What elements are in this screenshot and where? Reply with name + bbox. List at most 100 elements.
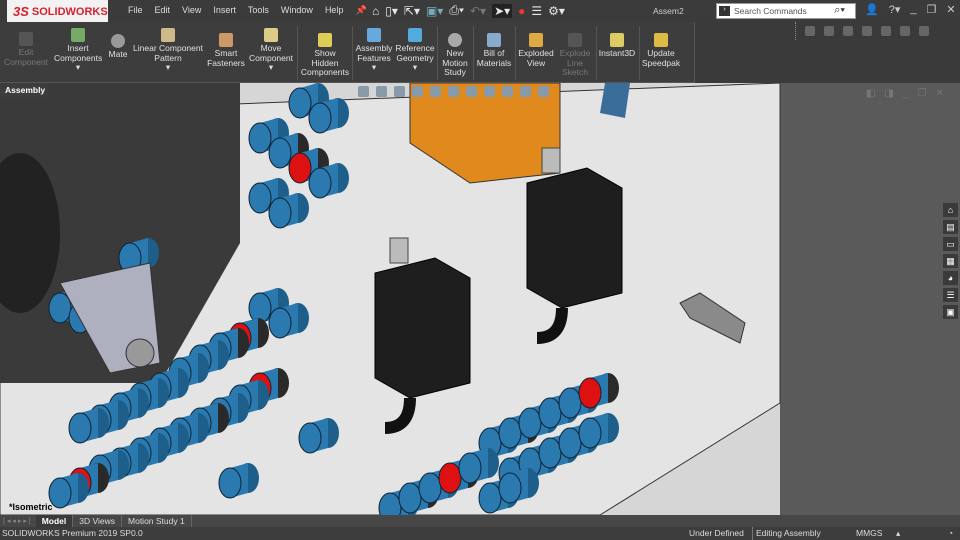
viewport-minimize-icon[interactable]: _: [903, 88, 909, 99]
section-view-icon[interactable]: [412, 86, 423, 97]
button-label: Edit Component: [4, 47, 48, 67]
search-placeholder: Search Commands: [734, 6, 807, 16]
toolbar-icon[interactable]: [862, 26, 872, 36]
button-label: New Motion Study: [442, 48, 468, 77]
command-prompt-icon: ›: [719, 6, 730, 16]
menu-tools[interactable]: Tools: [242, 5, 275, 16]
button-label: Assembly Features: [355, 43, 393, 63]
bottom-tab-bar: |◂◂▸▸| Model 3D Views Motion Study 1: [0, 515, 960, 527]
menu-edit[interactable]: Edit: [149, 5, 177, 16]
viewport-restore-icon[interactable]: ❐: [917, 88, 926, 99]
viewport-close-icon[interactable]: ✕: [935, 88, 943, 99]
menu-file[interactable]: File: [122, 5, 149, 16]
toolbar-icon[interactable]: [900, 26, 910, 36]
home-icon[interactable]: ⌂: [372, 4, 379, 18]
display-style-icon[interactable]: [466, 86, 477, 97]
design-library-icon[interactable]: ▤: [943, 220, 958, 234]
cylinder-cap: [398, 482, 422, 514]
cylinder-cap: [268, 137, 292, 169]
zoom-area-icon[interactable]: [376, 86, 387, 97]
blue-fitting: [600, 83, 630, 118]
units-arrow-icon[interactable]: ▴: [896, 527, 900, 540]
save-icon[interactable]: ▣▾: [426, 4, 443, 18]
show-hidden-components-button[interactable]: Show Hidden Components: [300, 33, 350, 78]
search-commands-input[interactable]: › Search Commands ⌕▾: [716, 3, 856, 19]
insert-components-button[interactable]: Insert Components ▾: [54, 28, 102, 73]
solidworks-forum-icon[interactable]: ▣: [943, 305, 958, 319]
view-settings-icon[interactable]: [538, 86, 549, 97]
cylinder-cap: [478, 482, 502, 514]
help-icon[interactable]: ?▾: [889, 3, 901, 16]
button-label: Explode Line Sketch: [559, 48, 591, 77]
minimize-icon[interactable]: _: [910, 3, 916, 16]
toolbar-icon[interactable]: [919, 26, 929, 36]
toolbar-icon[interactable]: [824, 26, 834, 36]
edit-component-button[interactable]: Edit Component: [4, 32, 48, 67]
restore-icon[interactable]: ❐: [926, 3, 936, 16]
bolt-head: [125, 338, 155, 368]
cylinder-cap: [538, 397, 562, 429]
smart-fasteners-icon: [219, 33, 233, 47]
custom-properties-icon[interactable]: ☰: [943, 288, 958, 302]
smart-fasteners-button[interactable]: Smart Fasteners: [206, 33, 246, 68]
hide-show-icon[interactable]: [484, 86, 495, 97]
close-icon[interactable]: ✕: [946, 3, 955, 16]
update-speedpak-button[interactable]: Update Speedpak: [641, 33, 681, 68]
menu-bar: File Edit View Insert Tools Window Help …: [122, 5, 373, 16]
tab-motion-study-1[interactable]: Motion Study 1: [122, 515, 192, 527]
solidworks-logo[interactable]: 3S SOLIDWORKS: [7, 0, 108, 23]
open-icon[interactable]: ⇱▾: [404, 4, 420, 18]
toolbar-icon[interactable]: [805, 26, 815, 36]
scene-icon[interactable]: [520, 86, 531, 97]
toolbar-icon[interactable]: [843, 26, 853, 36]
viewport-controls: ◧ ◨ _ ❐ ✕: [866, 88, 944, 99]
select-icon[interactable]: ➤▾: [492, 3, 513, 18]
menu-view[interactable]: View: [176, 5, 207, 16]
print-icon[interactable]: ⎙▾: [449, 3, 464, 18]
dynamic-annotation-icon[interactable]: [430, 86, 441, 97]
file-explorer-icon[interactable]: ▭: [943, 237, 958, 251]
insert-components-icon: [71, 28, 85, 42]
resources-home-icon[interactable]: ⌂: [943, 203, 958, 217]
mate-button[interactable]: Mate: [106, 34, 130, 60]
menu-insert[interactable]: Insert: [207, 5, 242, 16]
menu-help[interactable]: Help: [319, 5, 350, 16]
tab-model[interactable]: Model: [35, 515, 74, 527]
new-motion-study-button[interactable]: New Motion Study: [440, 33, 470, 78]
move-component-button[interactable]: Move Component ▾: [248, 28, 294, 73]
zoom-to-fit-icon[interactable]: [358, 86, 369, 97]
previous-view-icon[interactable]: [394, 86, 405, 97]
linear-component-pattern-button[interactable]: Linear Component Pattern ▾: [132, 28, 204, 73]
search-icon[interactable]: ⌕▾: [834, 4, 845, 17]
new-document-icon[interactable]: ▯▾: [385, 4, 398, 18]
tab-scroll-arrows[interactable]: |◂◂▸▸|: [0, 517, 36, 525]
graphics-area[interactable]: ◧ ◨ _ ❐ ✕ ⌂ ▤ ▭ ▦ ◕ ☰ ▣ *Isometric: [0, 83, 960, 515]
appearances-icon[interactable]: ◕: [943, 271, 958, 285]
rebuild-status-icon: ◔: [948, 528, 954, 538]
view-palette-icon[interactable]: ▦: [943, 254, 958, 268]
unit-system[interactable]: MMGS: [856, 527, 882, 540]
undo-icon[interactable]: ↶▾: [470, 4, 486, 18]
file-properties-icon[interactable]: ☰: [531, 4, 542, 18]
tab-3d-views[interactable]: 3D Views: [73, 515, 123, 527]
instant3d-button[interactable]: Instant3D: [597, 33, 637, 59]
cylinder-cap: [268, 307, 292, 339]
menu-window[interactable]: Window: [275, 5, 319, 16]
view-orientation-icon[interactable]: [448, 86, 459, 97]
rebuild-icon[interactable]: ●: [518, 4, 525, 18]
split-right-icon[interactable]: ◨: [884, 88, 893, 99]
relay-body: [526, 167, 623, 309]
explode-line-sketch-button[interactable]: Explode Line Sketch: [556, 33, 594, 78]
tab-assembly[interactable]: Assembly: [0, 83, 48, 97]
options-gear-icon[interactable]: ⚙▾: [548, 4, 565, 18]
toolbar-icon[interactable]: [881, 26, 891, 36]
reference-geometry-button[interactable]: Reference Geometry ▾: [395, 28, 435, 73]
bill-of-materials-button[interactable]: Bill of Materials: [476, 33, 512, 68]
exploded-view-button[interactable]: Exploded View: [518, 33, 554, 68]
pin-icon[interactable]: 📌: [349, 5, 372, 16]
assembly-features-button[interactable]: Assembly Features ▾: [354, 28, 394, 73]
cylinder-cap: [308, 167, 332, 199]
split-left-icon[interactable]: ◧: [866, 88, 875, 99]
user-icon[interactable]: 👤: [865, 3, 879, 16]
edit-appearance-icon[interactable]: [502, 86, 513, 97]
